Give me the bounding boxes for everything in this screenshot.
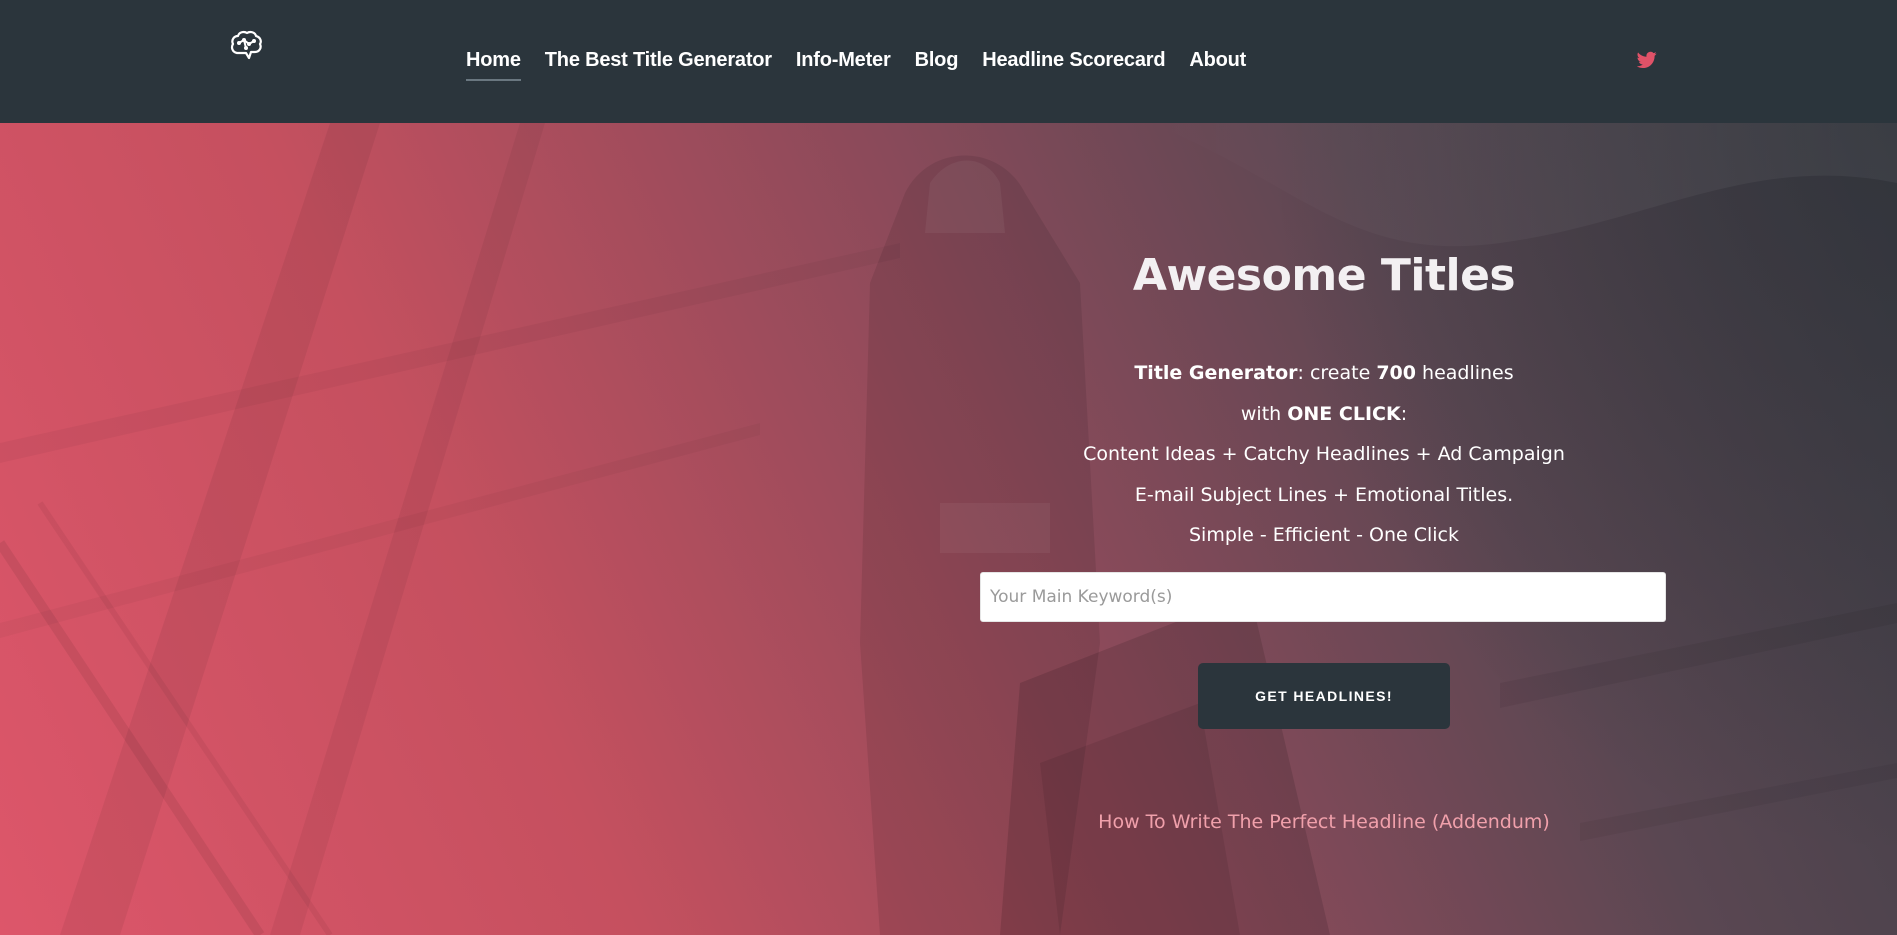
- addendum-link[interactable]: How To Write The Perfect Headline (Adden…: [980, 811, 1668, 833]
- nav-headline-scorecard[interactable]: Headline Scorecard: [982, 47, 1165, 81]
- site-logo[interactable]: [229, 29, 263, 61]
- top-navbar: Home The Best Title Generator Info-Meter…: [0, 0, 1897, 123]
- hero-section: Awesome Titles Title Generator: create 7…: [0, 123, 1897, 935]
- tagline-line-2: with ONE CLICK:: [980, 394, 1668, 435]
- main-nav: Home The Best Title Generator Info-Meter…: [466, 47, 1270, 81]
- tagline-line-1: Title Generator: create 700 headlines: [980, 353, 1668, 394]
- nav-best-title-generator[interactable]: The Best Title Generator: [545, 47, 772, 81]
- nav-info-meter[interactable]: Info-Meter: [796, 47, 891, 81]
- page: Home The Best Title Generator Info-Meter…: [0, 0, 1897, 935]
- nav-blog[interactable]: Blog: [915, 47, 959, 81]
- tagline-line-4: E-mail Subject Lines + Emotional Titles.: [1134, 483, 1514, 506]
- tagline-text: with: [1240, 402, 1288, 425]
- tagline-text: : create: [1297, 362, 1377, 384]
- one-click-label: ONE CLICK: [1287, 402, 1401, 425]
- headline-count: 700: [1376, 362, 1416, 384]
- keyword-input[interactable]: [980, 572, 1666, 622]
- tagline-text: :: [1400, 402, 1408, 425]
- tagline-line-3: Content Ideas + Catchy Headlines + Ad Ca…: [1083, 443, 1565, 465]
- twitter-link[interactable]: [1637, 51, 1657, 69]
- tagline-line-5: Simple - Efficient - One Click: [1188, 524, 1460, 546]
- hero-content: Awesome Titles Title Generator: create 7…: [980, 123, 1668, 935]
- title-generator-label: Title Generator: [1134, 362, 1298, 384]
- hero-description: Title Generator: create 700 headlines wi…: [980, 353, 1668, 556]
- nav-home[interactable]: Home: [466, 47, 521, 81]
- get-headlines-button[interactable]: GET HEADLINES!: [1198, 663, 1450, 729]
- brain-icon: [230, 30, 262, 60]
- nav-about[interactable]: About: [1189, 47, 1246, 81]
- tagline-text: headlines: [1415, 362, 1514, 384]
- twitter-icon: [1637, 51, 1657, 68]
- hero-title: Awesome Titles: [1132, 250, 1516, 301]
